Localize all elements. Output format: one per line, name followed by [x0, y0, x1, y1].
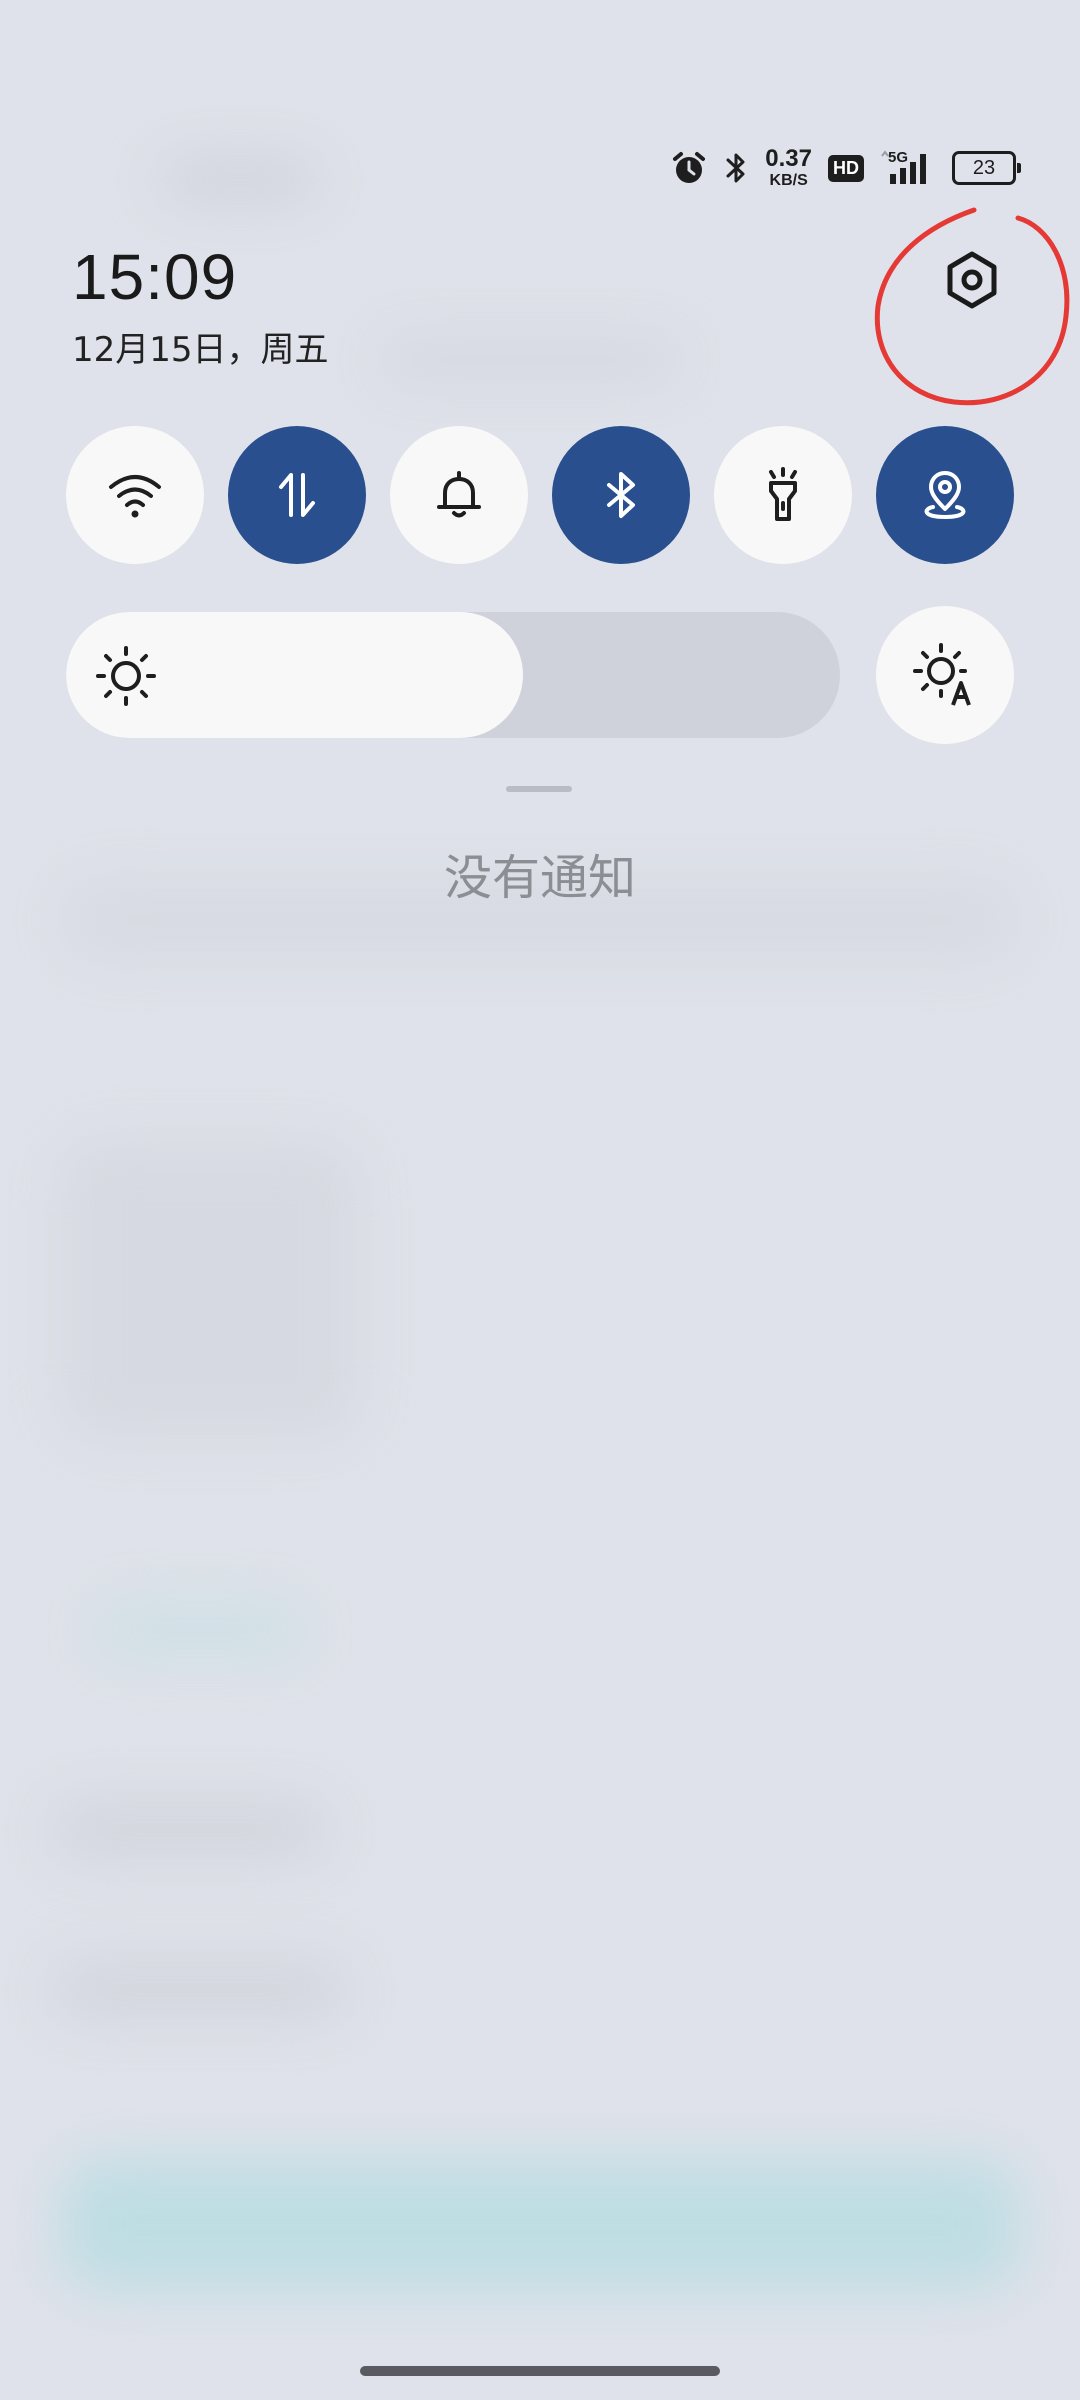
background-blur-shape	[50, 1960, 350, 2020]
bell-icon	[437, 471, 481, 518]
ring-mode-toggle[interactable]	[390, 426, 528, 564]
network-speed-unit: KB/S	[769, 172, 808, 189]
data-arrows-icon	[279, 473, 315, 517]
network-speed: 0.37 KB/S	[765, 147, 812, 189]
auto-brightness-icon	[913, 643, 971, 706]
settings-button[interactable]	[932, 240, 1012, 320]
flashlight-toggle[interactable]	[714, 426, 852, 564]
background-blur-shape	[60, 2160, 1020, 2290]
battery-indicator: 23	[952, 151, 1021, 185]
settings-gear-icon	[947, 251, 997, 309]
status-bar: 0.37 KB/S HD 5G 23	[671, 140, 1021, 196]
location-pin-icon	[924, 471, 966, 520]
alarm-clock-icon	[671, 150, 707, 186]
location-toggle[interactable]	[876, 426, 1014, 564]
bluetooth-icon	[607, 472, 635, 518]
network-type-label: 5G	[888, 149, 908, 166]
home-indicator[interactable]	[360, 2366, 720, 2376]
clock[interactable]: 15:09	[72, 240, 237, 314]
auto-brightness-button[interactable]	[876, 606, 1014, 744]
background-blur-shape	[160, 160, 320, 200]
network-speed-value: 0.37	[765, 145, 812, 172]
date-label[interactable]: 12月15日，周五	[72, 322, 329, 371]
background-blur-shape	[50, 1800, 330, 1860]
panel-drag-handle[interactable]	[506, 786, 572, 792]
background-blur-shape	[380, 340, 680, 380]
background-blur-shape	[60, 1140, 360, 1440]
hd-voice-badge: HD	[828, 154, 864, 182]
background-blur-shape	[90, 1600, 310, 1660]
mobile-data-toggle[interactable]	[228, 426, 366, 564]
battery-level: 23	[972, 156, 996, 179]
brightness-slider[interactable]	[66, 612, 840, 738]
wifi-toggle[interactable]	[66, 426, 204, 564]
bluetooth-toggle[interactable]	[552, 426, 690, 564]
bluetooth-status-icon	[723, 150, 749, 186]
sun-icon	[96, 646, 156, 706]
no-notifications-label: 没有通知	[443, 850, 636, 906]
wifi-icon	[109, 475, 161, 518]
flashlight-icon	[769, 467, 797, 521]
signal-strength-icon: 5G	[880, 148, 936, 188]
